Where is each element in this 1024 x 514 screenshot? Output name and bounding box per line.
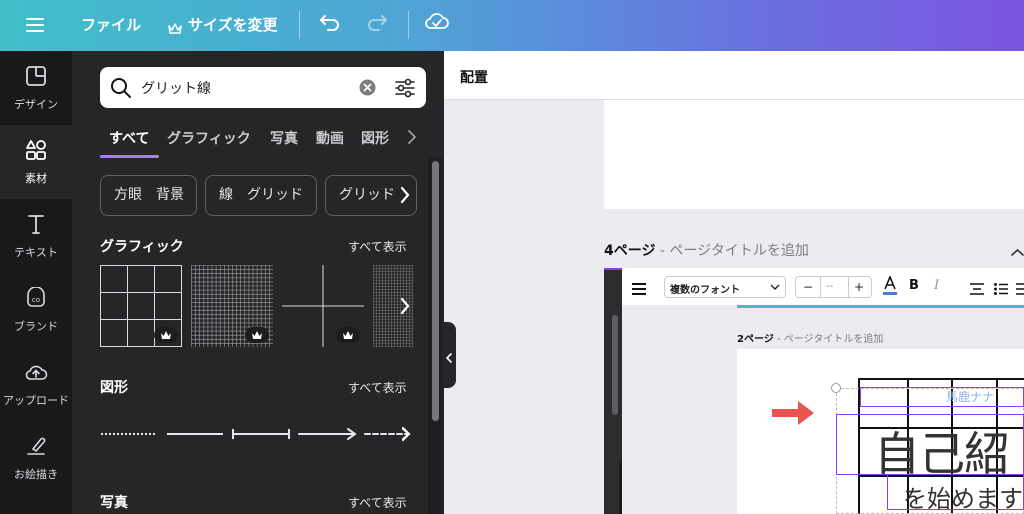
photos-section-title: 写真 [100,495,128,511]
tab-all[interactable]: すべて [109,128,149,148]
plus-icon: + [854,280,865,294]
selection-handle [831,383,841,393]
menu-icon [632,280,646,299]
chips-next-icon[interactable] [399,186,411,208]
menu-icon[interactable] [26,15,44,35]
graphic-thumbnail-grid-3x3[interactable] [100,265,182,347]
elements-icon [25,139,47,165]
shapes-section-title: 図形 [100,380,128,396]
position-button[interactable]: 配置 [460,67,488,87]
rail-item-label: 素材 [25,171,47,185]
list-icon [994,280,1008,299]
file-menu-button[interactable]: ファイル [81,0,141,51]
rail-item-label: デザイン [14,97,58,111]
align-icon [970,280,984,299]
chip-line-grid[interactable]: 線 グリッド [205,175,317,216]
page-3-canvas[interactable] [604,100,1024,209]
text-color-icon [883,274,897,296]
rail-item-label: テキスト [14,245,58,259]
toolbar-divider [408,11,409,39]
font-size-value: -- [826,281,834,292]
graphic-thumbnail-fine-grid[interactable] [191,265,273,347]
tab-graphics[interactable]: グラフィック [167,128,251,148]
premium-crown-icon [336,327,360,343]
chevron-up-icon[interactable] [1011,242,1024,261]
red-arrow-icon [770,398,816,432]
shape-dotted-line[interactable] [100,426,157,442]
draw-icon [25,435,47,461]
shape-solid-line[interactable] [166,426,224,442]
tabs-next-icon[interactable] [406,129,418,149]
spacing-icon [1016,280,1024,299]
font-dropdown-label: 複数のフォント [670,285,740,296]
panel-scrollbar-thumb[interactable] [432,161,439,421]
top-bar: ファイル サイズを変更 [0,0,1024,51]
cloud-saved-icon[interactable] [424,10,450,32]
graphic-thumbnail-crosshair[interactable] [282,265,364,347]
embedded-page-title-placeholder: - ページタイトルを追加 [773,334,884,345]
premium-crown-icon [245,327,269,343]
design-icon [25,65,47,91]
brand-icon: co [25,285,47,313]
shape-bracket-line[interactable] [231,426,291,442]
tab-shapes[interactable]: 図形 [361,128,389,148]
rail-item-label: お絵描き [14,467,58,481]
left-rail: デザイン 素材 テキスト co ブランド アップロード お絵描き [0,51,81,514]
embedded-scrollbar [612,315,618,415]
resize-button[interactable]: サイズを変更 [168,0,278,51]
svg-text:co: co [32,296,40,304]
search-box[interactable]: グリット線 [100,67,426,108]
collapse-panel-button[interactable] [444,322,456,388]
embedded-page-header: 2ページ - ページタイトルを追加 [737,330,883,345]
clear-search-icon[interactable] [359,79,376,100]
embedded-page-number: 2ページ [737,334,774,345]
name-text: 馬鹿ナナ [946,390,995,404]
shape-arrow-line[interactable] [298,426,357,442]
premium-crown-icon [154,327,178,343]
subheading-text: を始めます [903,485,1023,513]
embedded-cyan-strip [737,305,1024,308]
chevron-down-icon [770,284,780,290]
search-icon [110,77,132,103]
chevron-left-icon [445,349,453,368]
font-dropdown: 複数のフォント [664,276,786,298]
rail-item-brand[interactable]: co ブランド [0,273,72,347]
text-icon [25,213,47,239]
font-size-stepper: − -- + [795,276,872,298]
tab-active-indicator [100,155,159,158]
chip-graph-paper-background[interactable]: 方眼 背景 [100,175,197,216]
resize-button-label: サイズを変更 [188,16,278,34]
shapes-next-icon[interactable] [400,426,412,446]
crown-icon [168,20,182,34]
undo-icon[interactable] [319,11,341,33]
minus-icon: − [803,280,814,294]
tab-videos[interactable]: 動画 [316,128,344,148]
rail-item-elements[interactable]: 素材 [0,125,72,199]
page-4-number: 4ページ [604,243,656,259]
page-4-title-placeholder[interactable]: - ページタイトルを追加 [655,243,809,259]
rail-item-draw[interactable]: お絵描き [0,421,72,495]
page-4-header: 4ページ - ページタイトルを追加 [604,240,809,260]
context-toolbar: 配置 [444,51,1024,100]
graphics-see-all-link[interactable]: すべて表示 [348,238,407,255]
photos-see-all-link[interactable]: すべて表示 [348,494,407,511]
graphics-section-title: グラフィック [100,239,184,255]
rail-item-design[interactable]: デザイン [0,51,72,125]
name-text-box [860,387,1024,407]
bold-icon: B [909,278,919,293]
upload-icon [24,361,48,387]
rail-item-label: ブランド [14,319,58,333]
italic-icon: I [934,278,940,293]
toolbar-divider [299,11,300,39]
filter-icon[interactable] [394,77,416,103]
rail-item-upload[interactable]: アップロード [0,347,72,421]
search-input[interactable]: グリット線 [141,78,211,98]
shapes-see-all-link[interactable]: すべて表示 [348,379,407,396]
redo-icon[interactable] [366,11,388,33]
graphics-next-icon[interactable] [399,297,411,319]
rail-item-label: アップロード [3,393,69,407]
rail-item-text[interactable]: テキスト [0,199,72,273]
tab-photos[interactable]: 写真 [270,128,298,148]
